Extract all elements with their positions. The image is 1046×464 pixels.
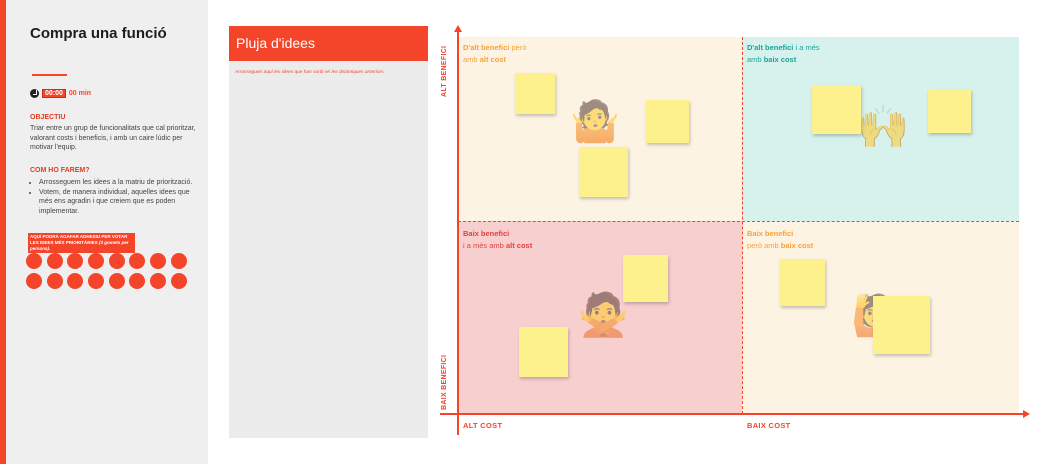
quadrant-label-strong: baix cost <box>780 241 814 250</box>
x-axis-label-high-cost: ALT COST <box>463 421 503 430</box>
vote-dot[interactable] <box>129 253 146 269</box>
x-axis-arrow-icon <box>1023 410 1030 418</box>
vote-dot[interactable] <box>46 273 63 289</box>
objective-text: Triar entre un grup de funcionalitats qu… <box>30 125 196 151</box>
objective-heading: OBJECTIU <box>30 114 66 121</box>
quadrant-label-bottom-left: Baix benefici i a més amb alt cost <box>463 228 563 252</box>
quadrant-label-text: i a més amb <box>463 241 506 250</box>
vote-dot[interactable] <box>67 273 84 289</box>
quadrant-divider-vertical <box>742 37 743 414</box>
quadrant-label-bottom-right: Baix benefici però amb baix cost <box>747 228 847 252</box>
vote-dot[interactable] <box>26 273 42 289</box>
quadrant-label-text: i a més <box>793 43 820 52</box>
vote-dot[interactable] <box>170 273 187 289</box>
sticky-note[interactable] <box>780 259 825 306</box>
vote-dot[interactable] <box>88 273 105 289</box>
brainstorm-hint: Arrosseguen aquí les idees que han sorti… <box>235 70 385 75</box>
sticky-note[interactable] <box>928 89 971 133</box>
sticky-note[interactable] <box>646 100 689 143</box>
quadrant-label-text: però <box>509 43 527 52</box>
quadrant-label-strong: baix cost <box>763 55 797 64</box>
vote-dot[interactable] <box>67 253 84 269</box>
title-underline <box>32 74 67 76</box>
sticky-note[interactable] <box>515 73 555 114</box>
quadrant-label-text: amb <box>463 55 480 64</box>
sticky-note[interactable] <box>873 296 930 354</box>
y-axis <box>457 30 459 435</box>
quadrant-label-strong: Baix benefici <box>463 229 510 238</box>
vote-dot[interactable] <box>88 253 105 269</box>
panel-accent-bar <box>0 0 6 464</box>
y-axis-label-low: BAIX BENEFICI <box>441 354 448 410</box>
vote-dot[interactable] <box>150 273 167 289</box>
timer-duration: 00 min <box>68 90 92 97</box>
brainstorm-header: Pluja d'idees <box>229 26 428 61</box>
quadrant-label-strong: D'alt benefici <box>747 43 794 52</box>
vote-dot[interactable] <box>108 253 125 269</box>
quadrant-divider-horizontal <box>458 221 1019 222</box>
y-axis-arrow-icon <box>454 25 462 32</box>
quadrant-label-text: amb <box>747 55 764 64</box>
stopwatch-icon <box>30 89 39 98</box>
quadrant-label-strong: alt cost <box>505 241 533 250</box>
sticky-note[interactable] <box>579 147 628 197</box>
sticky-note[interactable] <box>519 327 568 377</box>
timer-value[interactable]: 00:00 <box>42 89 66 98</box>
step-item: Arrosseguem les idees a la matriu de pri… <box>39 178 202 188</box>
sticky-note[interactable] <box>623 255 668 302</box>
how-steps: Arrosseguem les idees a la matriu de pri… <box>30 178 202 216</box>
vote-dot[interactable] <box>129 273 146 289</box>
voting-dots <box>26 253 188 289</box>
quadrant-label-top-right: D'alt benefici i a més amb baix cost <box>747 42 847 66</box>
y-axis-label-high: ALT BENEFICI <box>441 45 448 97</box>
quadrant-label-strong: D'alt benefici <box>463 43 510 52</box>
info-panel <box>0 0 208 464</box>
brainstorm-column[interactable] <box>229 26 428 438</box>
activity-title: Compra una funció <box>30 25 167 42</box>
quadrant-label-text: però amb <box>747 241 781 250</box>
quadrant-label-strong: Baix benefici <box>747 229 794 238</box>
vote-dot[interactable] <box>108 273 125 289</box>
vote-dot[interactable] <box>150 253 167 269</box>
sticky-note[interactable] <box>812 85 861 134</box>
shrugging-person-icon: 🤷 <box>570 100 620 144</box>
x-axis <box>440 413 1024 415</box>
x-axis-label-low-cost: BAIX COST <box>747 421 791 430</box>
how-heading: COM HO FAREM? <box>30 167 90 174</box>
quadrant-label-strong: alt cost <box>479 55 506 64</box>
quadrant-label-top-left: D'alt benefici però amb alt cost <box>463 42 563 66</box>
raising-hands-icon: 🙌 <box>857 103 910 150</box>
vote-dot[interactable] <box>26 253 42 269</box>
vote-dot[interactable] <box>170 253 187 269</box>
vote-dot[interactable] <box>46 253 63 269</box>
step-item: Votem, de manera individual, aquelles id… <box>39 188 202 217</box>
timer[interactable]: 00:00 00 min <box>30 88 91 99</box>
no-gesture-person-icon: 🙅 <box>577 291 630 338</box>
vote-instructions-label: AQUÍ PODRÀ AGAFAR ADHESIU PER VOTAR LES … <box>28 233 135 253</box>
